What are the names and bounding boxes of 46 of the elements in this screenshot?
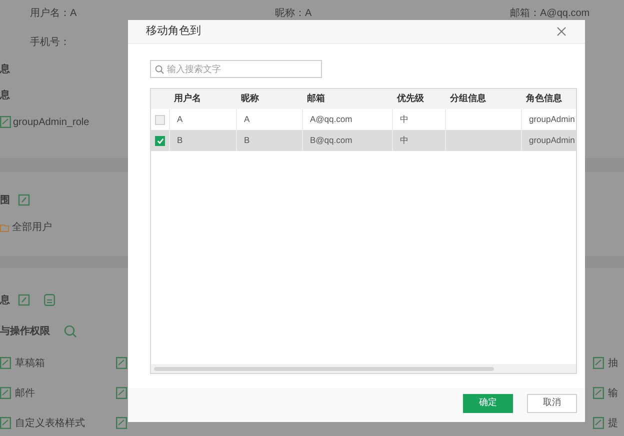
permission-item: 邮件	[15, 386, 35, 400]
table-cell: 中	[400, 134, 409, 147]
search-icon	[155, 64, 164, 74]
column-header: 角色信息	[525, 92, 563, 106]
row-checkbox[interactable]	[155, 114, 165, 124]
scope-item: 全部用户	[12, 220, 52, 234]
role-item: groupAdmin_role	[13, 116, 90, 130]
column-header: 昵称	[240, 92, 260, 106]
column-header: 用户名	[173, 92, 202, 106]
email-label: 邮箱：A@qq.com	[510, 6, 590, 21]
phone-label: 手机号：	[30, 36, 70, 50]
nickname-label: 昵称：A	[275, 7, 313, 21]
table-cell: B@qq.com	[310, 134, 352, 147]
section-heading: 与操作权限	[0, 324, 50, 338]
search-field[interactable]: 输入搜索文字	[150, 60, 322, 78]
table-cell: B	[244, 134, 250, 147]
column-header: 优先级	[396, 92, 425, 106]
permission-item: 提	[608, 416, 618, 430]
permission-item: 自定义表格样式	[15, 416, 85, 430]
section-heading: 息	[0, 88, 10, 102]
username-label: 用户名：A	[30, 6, 78, 21]
table-cell: groupAdmin	[529, 113, 575, 126]
close-button[interactable]	[555, 26, 567, 38]
cancel-button[interactable]: 取消	[527, 394, 577, 412]
table-cell: groupAdmin	[529, 134, 575, 147]
column-header: 邮箱	[306, 92, 326, 106]
folder-icon	[0, 222, 9, 232]
table-cell: A	[244, 113, 250, 126]
copy-icon[interactable]	[44, 294, 55, 306]
table-cell: 中	[400, 113, 409, 126]
permission-item: 抽	[608, 356, 618, 370]
search-icon[interactable]	[64, 324, 77, 338]
edit-icon[interactable]	[18, 294, 30, 306]
table-cell: A	[177, 113, 183, 126]
table-cell: A@qq.com	[310, 113, 352, 126]
check-icon	[156, 138, 164, 144]
column-header: 分组信息	[449, 92, 487, 106]
permission-item: 草稿箱	[15, 356, 45, 370]
dialog-title: 移动角色到	[146, 24, 201, 40]
edit-icon[interactable]	[18, 194, 30, 206]
section-heading: 围	[0, 194, 10, 208]
table-cell: B	[177, 134, 183, 147]
permission-item: 输	[608, 386, 618, 400]
section-heading: 息	[0, 62, 10, 76]
section-heading: 息	[0, 294, 10, 308]
row-checkbox[interactable]	[155, 136, 165, 146]
